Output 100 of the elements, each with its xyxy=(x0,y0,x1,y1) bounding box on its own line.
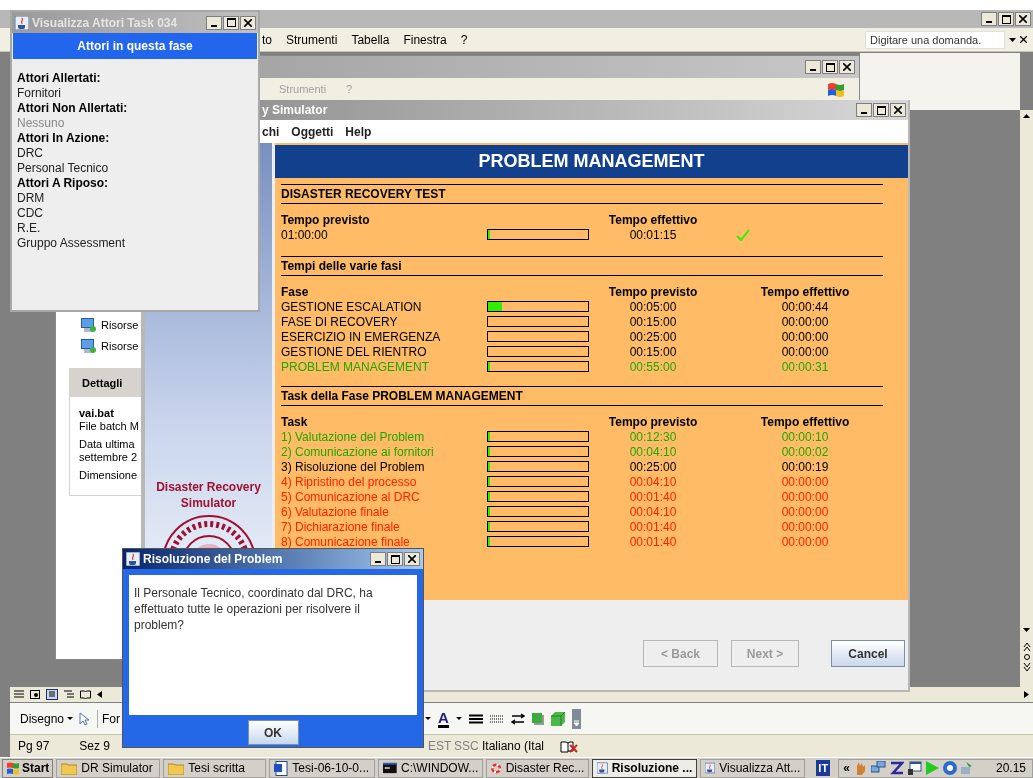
window-icon[interactable] xyxy=(907,761,922,775)
table-cell-text: 00:15:00 xyxy=(628,313,678,331)
column-header: Task xyxy=(281,413,309,431)
actor-name: Personal Tecnico xyxy=(17,161,110,176)
maximize-button[interactable] xyxy=(223,15,239,30)
close-button[interactable] xyxy=(1015,12,1031,26)
lines-icon[interactable] xyxy=(14,690,24,699)
close-button[interactable] xyxy=(839,60,855,74)
maximize-button[interactable] xyxy=(387,552,403,566)
globe-icon[interactable] xyxy=(942,761,957,775)
menu-item[interactable]: Tabella xyxy=(351,30,390,49)
taskbar-button[interactable]: Tesi scritta xyxy=(163,758,267,778)
column-header: Tempo previsto xyxy=(608,283,698,301)
maximize-icon xyxy=(226,18,236,27)
minimize-button[interactable] xyxy=(981,12,997,26)
taskbar-button[interactable]: Tesi-06-10-0... xyxy=(269,758,376,778)
table-cell-text: 00:04:10 xyxy=(628,473,678,491)
taskbar-button[interactable]: DR Simulator xyxy=(56,758,161,778)
caret-icon[interactable] xyxy=(1009,37,1016,42)
table-cell-text: 00:05:00 xyxy=(628,299,678,316)
close-icon[interactable] xyxy=(1020,36,1027,43)
table-cell-text: 5) Comunicazione al DRC xyxy=(281,489,421,506)
status-text: Sez 9 xyxy=(79,738,111,755)
question-field[interactable]: Digitare una domanda. xyxy=(865,30,1005,49)
detail-text: settembre 2 xyxy=(79,451,139,464)
close-button[interactable] xyxy=(890,103,906,117)
format-menu[interactable]: For xyxy=(97,709,121,728)
menu-item[interactable]: Oggetti xyxy=(291,122,334,141)
menu-item[interactable]: chi xyxy=(262,122,280,141)
caret-icon[interactable] xyxy=(455,717,462,720)
minimize-button[interactable] xyxy=(370,552,386,566)
menu-item[interactable]: Strumenti xyxy=(286,30,338,49)
toolbar-options-icon[interactable] xyxy=(571,708,581,729)
cup-icon xyxy=(15,15,29,30)
dash-style-icon[interactable] xyxy=(489,713,504,724)
close-icon xyxy=(1019,15,1027,23)
minimize-button[interactable] xyxy=(206,15,222,30)
column-header: Tempo previsto xyxy=(608,413,698,431)
flag-icon xyxy=(6,761,20,775)
pointer-icon[interactable] xyxy=(79,711,90,726)
page-view-icon[interactable] xyxy=(46,689,58,700)
status-text: Italiano (Ital xyxy=(482,738,545,755)
web-view-icon[interactable] xyxy=(30,690,40,699)
outline-icon[interactable] xyxy=(64,690,74,699)
console-icon xyxy=(383,762,397,774)
table-cell-text: 8) Comunicazione finale xyxy=(281,534,411,551)
zigzag-icon[interactable] xyxy=(889,761,904,775)
column-header: Tempo previsto xyxy=(281,211,371,229)
scroll-right-icon[interactable] xyxy=(1024,691,1029,698)
scroll-left-icon[interactable] xyxy=(97,691,102,698)
file-name: vai.bat xyxy=(79,407,115,420)
arrow-style-icon[interactable] xyxy=(510,712,525,725)
browse-icon[interactable] xyxy=(1022,642,1031,672)
taskbar-button[interactable]: Visualizza Att... xyxy=(700,758,806,778)
table-cell-text: 3) Risoluzione del Problem xyxy=(281,459,426,476)
book-icon[interactable] xyxy=(80,690,91,699)
computer-icon xyxy=(81,318,96,333)
scroll-up-icon[interactable] xyxy=(1023,114,1030,118)
section-title: Tempi delle varie fasi xyxy=(281,258,402,275)
link[interactable]: Risorse xyxy=(101,317,139,334)
column-header: Tempo effettivo xyxy=(760,283,850,301)
expand-button[interactable]: « xyxy=(843,759,850,777)
menu-item[interactable]: to xyxy=(262,30,272,49)
scroll-down-icon[interactable] xyxy=(1023,628,1030,632)
maximize-button[interactable] xyxy=(998,12,1014,26)
actor-name: DRC xyxy=(17,146,44,161)
language-indicator[interactable]: IT xyxy=(816,759,831,777)
table-cell-text: 00:55:00 xyxy=(628,358,678,376)
network-icon[interactable] xyxy=(870,761,886,775)
section-title: DISASTER RECOVERY TEST xyxy=(281,186,446,203)
line-style-icon[interactable] xyxy=(468,713,483,724)
maximize-button[interactable] xyxy=(873,103,889,117)
taskbar-button[interactable]: Risoluzione ... xyxy=(592,758,698,778)
caret-icon[interactable] xyxy=(425,717,431,720)
actor-name: R.E. xyxy=(17,221,42,236)
minimize-icon xyxy=(986,21,992,23)
start-button[interactable]: Start xyxy=(2,758,54,778)
link[interactable]: Risorse xyxy=(101,337,139,354)
menu-item[interactable]: Finestra xyxy=(403,30,447,49)
taskbar-button[interactable]: C:\WINDOW... xyxy=(378,758,484,778)
taskbar-button[interactable]: Disaster Rec... xyxy=(486,758,590,778)
close-icon xyxy=(244,18,252,27)
wizard-button[interactable]: Cancel xyxy=(831,640,905,667)
minimize-button[interactable] xyxy=(856,103,872,117)
cube-icon[interactable] xyxy=(550,711,565,726)
folder-icon xyxy=(61,761,78,775)
ok-button[interactable]: OK xyxy=(247,720,299,745)
font-color-button[interactable]: A xyxy=(438,709,449,728)
close-button[interactable] xyxy=(240,15,256,30)
menu-item[interactable]: ? xyxy=(460,30,468,49)
draw-menu[interactable]: Disegno xyxy=(20,709,74,728)
window-title: y Simulator xyxy=(261,102,328,119)
minimize-button[interactable] xyxy=(805,60,821,74)
menu-item[interactable]: Help xyxy=(345,122,372,141)
shadow-icon[interactable] xyxy=(531,712,544,725)
maximize-button[interactable] xyxy=(822,60,838,74)
table-cell-text: 1) Valutazione del Problem xyxy=(281,428,426,446)
table-cell-text: 00:00:00 xyxy=(780,328,830,346)
table-cell-text: 00:01:40 xyxy=(628,533,678,551)
close-button[interactable] xyxy=(404,552,420,566)
